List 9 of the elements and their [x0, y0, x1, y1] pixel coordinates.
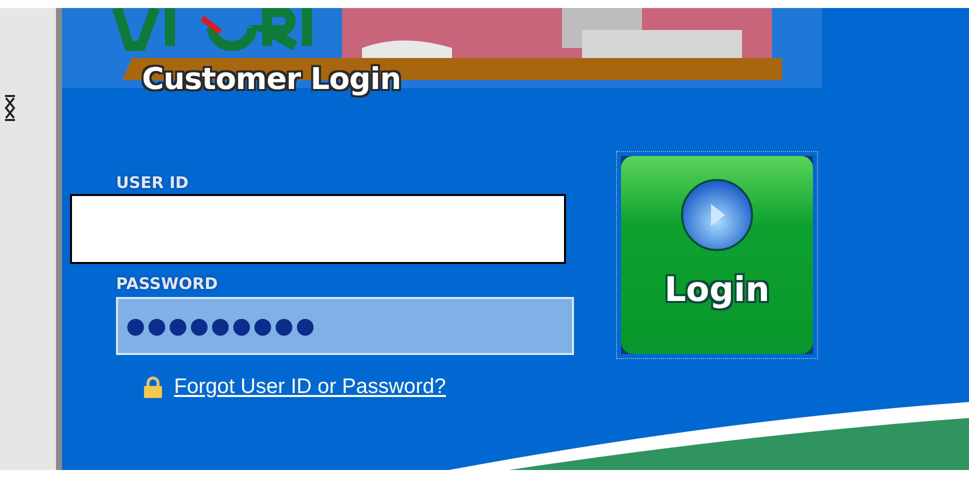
field-label: USER ID — [116, 173, 189, 192]
padlock-icon — [142, 376, 164, 398]
password-field[interactable]: ●●●●●●●●● — [116, 297, 574, 355]
forgot-credentials-link[interactable]: Forgot User ID or Password? — [174, 375, 446, 399]
redaction-box[interactable] — [70, 194, 566, 264]
cut-off-icon — [4, 94, 16, 122]
login-button[interactable]: Login — [616, 151, 818, 359]
play-icon — [680, 178, 754, 252]
field-label: PASSWORD — [116, 274, 218, 293]
